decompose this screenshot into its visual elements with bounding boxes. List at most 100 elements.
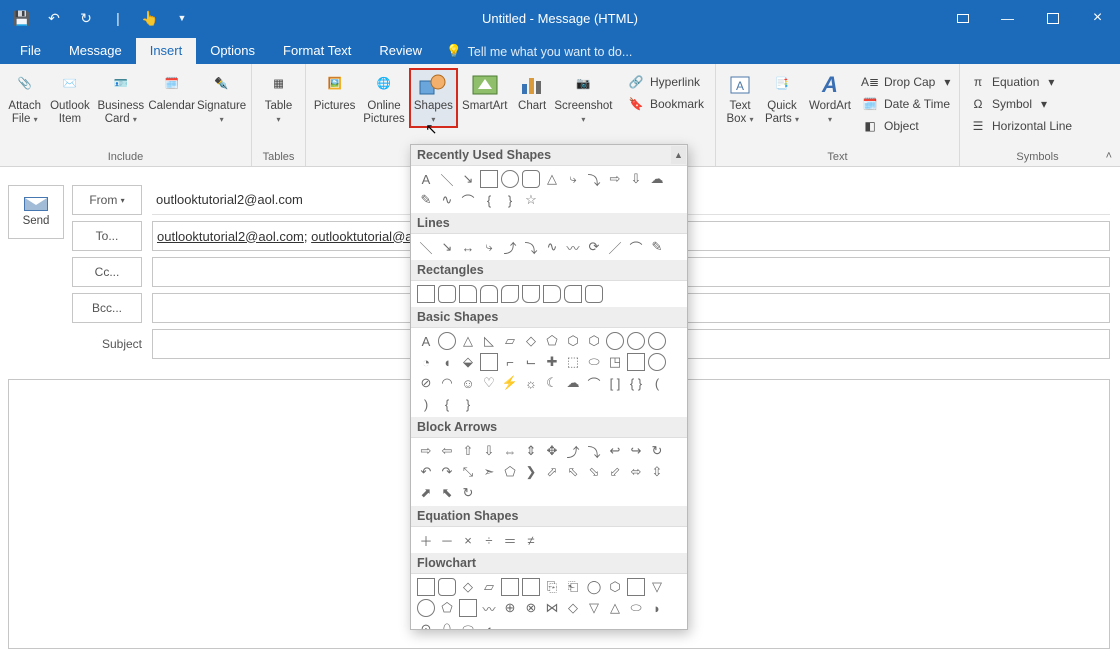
ar-call5[interactable]: ⬄ [627,463,645,481]
bs-oct[interactable] [606,332,624,350]
ar-quad[interactable]: ✥ [543,442,561,460]
bs-lshape[interactable]: ⌐ [501,353,519,371]
bs-moon[interactable]: ☾ [543,374,561,392]
ar-curve[interactable]: ↻ [648,442,666,460]
fc-data[interactable]: ▱ [480,578,498,596]
rect7[interactable] [543,285,561,303]
cc-button[interactable]: Cc... [72,257,142,287]
bs-rbrace3[interactable]: } [459,395,477,413]
tab-message[interactable]: Message [55,38,136,64]
arrow-down-shape[interactable]: ⇩ [627,170,645,188]
connector2-shape[interactable]: ⤵ [585,170,603,188]
touchmode-icon[interactable]: 👆 [142,10,158,26]
bs-heart[interactable]: ♡ [480,374,498,392]
ar-call2[interactable]: ⬁ [564,463,582,481]
fc-disp[interactable]: ◖ [480,620,498,630]
textbox-shape[interactable]: A [417,170,435,188]
bookmark-button[interactable]: 🔖 Bookmark [622,93,711,115]
fc-ext[interactable]: ▽ [585,599,603,617]
bs-lshape2[interactable]: ⌙ [522,353,540,371]
ar-call4[interactable]: ⬃ [606,463,624,481]
rect-shape[interactable] [480,170,498,188]
arrow-right-shape[interactable]: ⇨ [606,170,624,188]
table-button[interactable]: ▦ Table▾ [256,70,301,126]
arrow-cloud-shape[interactable]: ☁ [648,170,666,188]
fc-merge[interactable]: △ [606,599,624,617]
eq-mult[interactable]: × [459,531,477,549]
arc-shape[interactable]: ⌒ [459,191,477,209]
undo-icon[interactable]: ↶ [46,10,62,26]
horizontal-line-button[interactable]: ☰ Horizontal Line [964,115,1111,137]
line3[interactable]: ↔ [459,238,477,256]
collapse-ribbon-icon[interactable]: ˄ [1106,150,1112,162]
fc-disk[interactable]: ⬭ [459,620,477,630]
arrow-line-shape[interactable]: ↘ [459,170,477,188]
bs-bevel[interactable] [627,353,645,371]
ar-d[interactable]: ⇩ [480,442,498,460]
rect5[interactable] [501,285,519,303]
ar-bent2[interactable]: ⤵ [585,442,603,460]
hyperlink-button[interactable]: 🔗 Hyperlink [622,71,711,93]
eq-neq[interactable]: ≠ [522,531,540,549]
fc-sum[interactable]: ⊕ [501,599,519,617]
ar-lru[interactable]: ⤡ [459,463,477,481]
line7[interactable]: ∿ [543,238,561,256]
fc-dec[interactable]: ◇ [459,578,477,596]
fc-prep[interactable]: ⬡ [606,578,624,596]
bs-hept[interactable]: ⬡ [585,332,603,350]
ar-extra1[interactable]: ⬈ [417,484,435,502]
eq-plus[interactable]: ＋ [417,531,435,549]
line2[interactable]: ↘ [438,238,456,256]
eq-minus[interactable]: － [438,531,456,549]
line-shape[interactable]: ＼ [438,170,456,188]
fc-doc[interactable]: ⎘ [543,578,561,596]
bs-lparen[interactable]: ( [648,374,666,392]
fc-proc[interactable] [417,578,435,596]
eq-div[interactable]: ÷ [480,531,498,549]
line5[interactable]: ⤴ [501,238,519,256]
tab-review[interactable]: Review [365,38,436,64]
fc-conn[interactable] [417,599,435,617]
save-icon[interactable]: 💾 [14,10,30,26]
bs-bolt[interactable]: ⚡ [501,374,519,392]
text-box-button[interactable]: A TextBox ▾ [720,70,760,126]
rect2[interactable] [438,285,456,303]
bs-cross[interactable]: ✚ [543,353,561,371]
fc-stor[interactable]: ⬭ [627,599,645,617]
fc-delay[interactable]: ◗ [648,599,666,617]
bs-lbrace2[interactable]: { } [627,374,645,392]
triangle-shape[interactable]: △ [543,170,561,188]
line8[interactable]: 〰 [564,238,582,256]
fc-seq[interactable]: ⊙ [417,620,435,630]
eq-eq[interactable]: ＝ [501,531,519,549]
fc-card[interactable] [459,599,477,617]
to-recipient-1[interactable]: outlooktutorial2@aol.com [157,229,304,244]
bs-oval[interactable] [438,332,456,350]
fc-tape[interactable]: 〰 [480,599,498,617]
ar-u[interactable]: ⇧ [459,442,477,460]
screenshot-button[interactable]: 📷 Screenshot▾ [553,70,614,126]
wordart-button[interactable]: A WordArt▾ [804,70,856,126]
rect8[interactable] [564,285,582,303]
bs-arc3[interactable]: ⌒ [585,374,603,392]
line6[interactable]: ⤵ [522,238,540,256]
ar-extra3[interactable]: ↻ [459,484,477,502]
ar-u3[interactable]: ↷ [438,463,456,481]
bs-rparen[interactable]: ) [417,395,435,413]
fc-man[interactable] [627,578,645,596]
bs-pie[interactable]: ◔ [417,353,435,371]
bs-cube[interactable]: ◳ [606,353,624,371]
bs-tri[interactable]: △ [459,332,477,350]
rect1[interactable] [417,285,435,303]
bs-cloud[interactable]: ☁ [564,374,582,392]
oval-shape[interactable] [501,170,519,188]
minimize-button[interactable]: — [985,0,1030,36]
fc-mag[interactable]: ⬯ [438,620,456,630]
quick-parts-button[interactable]: 📑 QuickParts ▾ [760,70,804,126]
smartart-button[interactable]: SmartArt [458,70,511,113]
outlook-item-button[interactable]: ✉️ Outlook Item [45,70,94,126]
line9[interactable]: ⟳ [585,238,603,256]
bs-pent[interactable]: ⬠ [543,332,561,350]
maximize-button[interactable] [1030,0,1075,36]
redo-icon[interactable]: ↻ [78,10,94,26]
